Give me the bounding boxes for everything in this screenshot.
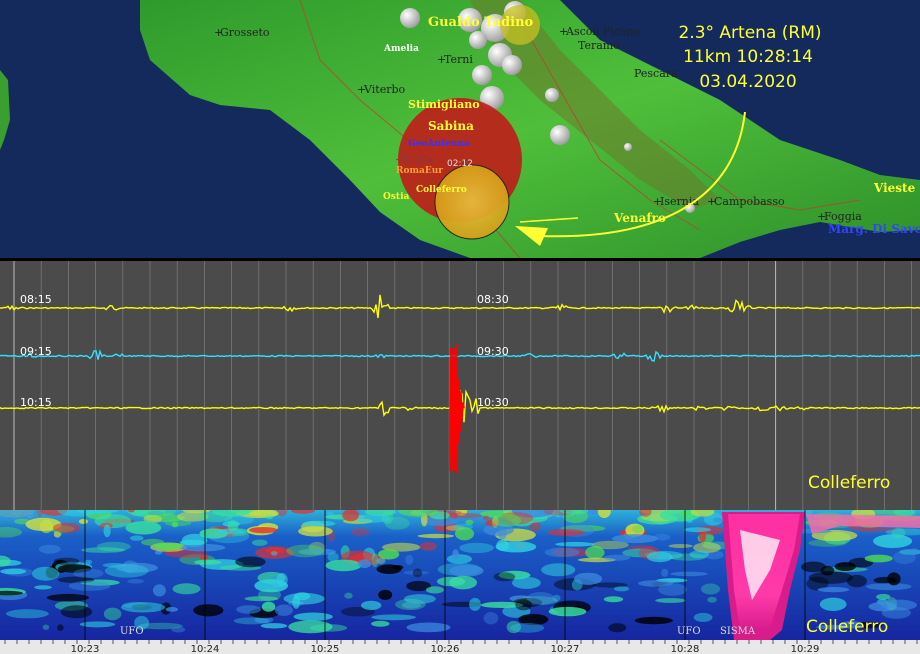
svg-text:+: + xyxy=(653,195,662,208)
seismogram-grid xyxy=(13,261,912,510)
seismogram-station-label: Colleferro xyxy=(808,473,890,493)
time-axis xyxy=(0,640,920,654)
city-label: Ascoli Piceno xyxy=(565,25,641,38)
city-label: Campobasso xyxy=(714,195,785,208)
spectrogram-station-label: Colleferro xyxy=(806,617,888,637)
row-left-time: 08:15 xyxy=(20,293,52,306)
map-label: Marg. Di Savoi xyxy=(828,222,920,236)
marker-label: UFO xyxy=(677,626,701,637)
map-label: Colleferro xyxy=(416,185,467,195)
city-label: Roma xyxy=(402,153,434,166)
seismic-map: Grosseto Viterbo Terni Ascoli Piceno Ter… xyxy=(0,0,920,258)
svg-text:+: + xyxy=(437,53,446,66)
svg-text:+: + xyxy=(559,25,568,38)
time-tick: 10:24 xyxy=(191,644,220,654)
svg-text:+: + xyxy=(395,153,404,166)
spectrogram-canvas: 10:23 10:24 10:25 10:26 10:27 10:28 10:2… xyxy=(0,510,920,654)
map-label: Sabina xyxy=(428,119,474,133)
row-mid-time: 10:30 xyxy=(477,396,509,409)
svg-text:+: + xyxy=(707,195,716,208)
spectrogram-panel: 10:23 10:24 10:25 10:26 10:27 10:28 10:2… xyxy=(0,510,920,654)
city-label: Terni xyxy=(444,53,473,66)
time-tick: 10:27 xyxy=(551,644,580,654)
svg-text:+: + xyxy=(357,83,366,96)
row-left-time: 09:15 xyxy=(20,345,52,358)
map-label: GeoAntenna xyxy=(408,139,470,149)
time-tick: 10:28 xyxy=(671,644,700,654)
map-label: Gualdo Tadino xyxy=(428,15,534,30)
marker-label: SISMA xyxy=(720,626,756,637)
row-left-time: 10:15 xyxy=(20,396,52,409)
marker-label: UFO xyxy=(120,626,144,637)
annotation-detail: 11km 10:28:14 xyxy=(683,47,813,67)
time-tick: 10:29 xyxy=(791,644,820,654)
city-label: Grosseto xyxy=(220,26,270,39)
time-tick: 10:23 xyxy=(71,644,100,654)
map-label: Stimigliano xyxy=(408,98,480,111)
seismogram-traces xyxy=(0,294,920,474)
map-label: Amelia xyxy=(383,44,419,54)
map-label: Ostia xyxy=(383,192,409,202)
time-tick: 10:25 xyxy=(311,644,340,654)
seismogram-canvas: 08:15 08:30 09:15 09:30 10:15 10:30 Coll… xyxy=(0,258,920,510)
svg-text:+: + xyxy=(817,210,826,223)
seismogram-panel: 08:15 08:30 09:15 09:30 10:15 10:30 Coll… xyxy=(0,258,920,510)
map-label: Vieste xyxy=(873,181,916,195)
city-label: Teramo xyxy=(578,39,620,52)
row-mid-time: 08:30 xyxy=(477,293,509,306)
annotation-date: 03.04.2020 xyxy=(699,72,796,92)
annotation-title: 2.3° Artena (RM) xyxy=(678,23,821,43)
event-circle-yellow xyxy=(434,164,510,240)
map-label: Venafro xyxy=(613,211,666,225)
map-label: RomaEur xyxy=(396,166,443,176)
map-canvas: Grosseto Viterbo Terni Ascoli Piceno Ter… xyxy=(0,0,920,258)
time-tick: 10:26 xyxy=(431,644,460,654)
city-label: Viterbo xyxy=(363,83,405,96)
svg-text:+: + xyxy=(214,26,223,39)
city-label: Pescara xyxy=(634,67,678,80)
row-mid-time: 09:30 xyxy=(477,345,509,358)
event-time-label: 02:12 xyxy=(447,159,473,169)
